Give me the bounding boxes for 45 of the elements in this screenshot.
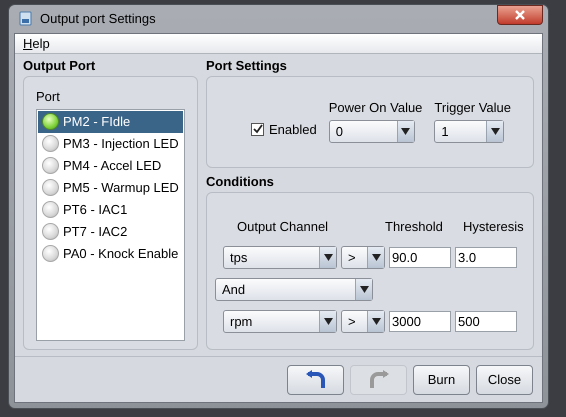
dialog-button[interactable]: Close [476, 364, 533, 394]
dropdown-arrow-icon [360, 286, 368, 293]
field-label: Trigger Value [434, 98, 512, 117]
group-title: Conditions [206, 174, 275, 190]
channel-dropdown[interactable]: tps [223, 246, 337, 269]
port-list-item[interactable]: PM5 - Warmup LED [38, 176, 183, 198]
port-list-item[interactable]: PA0 - Knock Enable [38, 242, 183, 264]
dropdown-arrow-icon [401, 128, 410, 135]
menu-item[interactable]: Help [23, 34, 50, 54]
operator-dropdown[interactable]: > [341, 310, 385, 333]
hysteresis-field[interactable]: 3.0 [455, 247, 517, 268]
dialog-button[interactable]: Burn [413, 364, 470, 394]
channel-dropdown[interactable]: rpm [223, 310, 337, 333]
port-list-item[interactable]: PT7 - IAC2 [38, 220, 183, 242]
close-icon [515, 10, 525, 20]
dropdown-arrow-icon [372, 254, 380, 261]
threshold-field[interactable]: 3000 [389, 311, 451, 332]
redo-arrow-icon [368, 370, 390, 390]
dropdown-arrow-icon [324, 254, 332, 261]
column-header: Hysteresis [462, 218, 524, 233]
window-title: Output port Settings [40, 10, 157, 28]
port-list-item[interactable]: PM2 - FIdle [38, 110, 183, 132]
hysteresis-field[interactable]: 500 [455, 311, 517, 332]
dropdown-arrow-icon [372, 318, 380, 325]
port-list-item[interactable]: PM3 - Injection LED [38, 132, 183, 154]
trigger-dropdown[interactable]: 1 [434, 120, 504, 143]
close-button[interactable] [497, 5, 543, 25]
port-list-item[interactable]: PM4 - Accel LED [38, 154, 183, 176]
app-icon [18, 11, 34, 27]
logic-dropdown[interactable]: And [215, 278, 373, 301]
list-label: Port [36, 88, 61, 106]
column-header: Threshold [384, 218, 441, 233]
dropdown-arrow-icon [324, 318, 332, 325]
port-list-item[interactable]: PT6 - IAC1 [38, 198, 183, 220]
threshold-field[interactable]: 90.0 [389, 247, 451, 268]
undo-arrow-icon [304, 370, 326, 390]
power-on-dropdown[interactable]: 0 [328, 120, 415, 143]
enabled-checkbox[interactable]: Enabled [251, 120, 317, 139]
undo-button[interactable] [287, 364, 344, 394]
dropdown-arrow-icon [490, 128, 500, 135]
group-title: Output Port [23, 58, 96, 74]
field-label: Power On Value [328, 98, 422, 116]
group-title: Port Settings [206, 58, 288, 74]
operator-dropdown[interactable]: > [341, 246, 385, 269]
column-header: Output Channel [236, 218, 330, 233]
